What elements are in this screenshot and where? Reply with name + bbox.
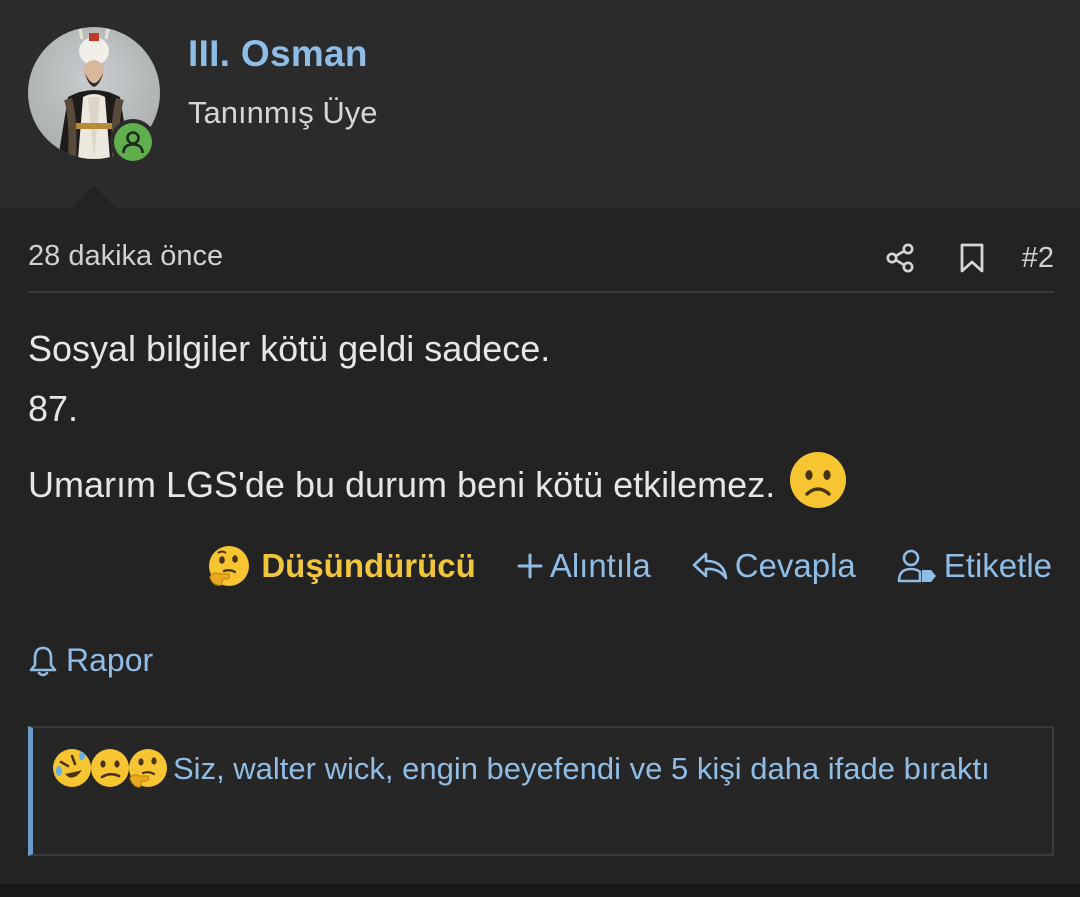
- reply-arrow-icon: [691, 550, 729, 582]
- reactions-summary[interactable]: Siz, walter wick, engin beyefendi ve 5 k…: [28, 726, 1054, 856]
- confused-emoji-icon: [91, 748, 129, 787]
- post-text-line-with-emoji: Umarım LGS'de bu durum beni kötü etkilem…: [28, 451, 847, 518]
- report-label: Rapor: [66, 642, 154, 678]
- bell-icon: [28, 645, 58, 677]
- thinking-emoji-icon: [129, 748, 167, 788]
- post-timestamp[interactable]: 28 dakika önce: [28, 240, 223, 273]
- divider: [28, 291, 1054, 293]
- reply-label: Cevapla: [734, 547, 856, 584]
- post-text-line: 87.: [28, 388, 79, 429]
- reaction-label: Düşündürücü: [261, 547, 476, 584]
- post-page: III. Osman Tanınmış Üye 28 dakika önce #…: [0, 0, 1080, 897]
- tag-label: Etiketle: [943, 547, 1052, 584]
- post-number-link[interactable]: #2: [1022, 242, 1054, 275]
- report-button[interactable]: Rapor: [28, 642, 153, 679]
- thinking-face-icon: [207, 544, 251, 588]
- reactions-summary-text: Siz, walter wick, engin beyefendi ve 5 k…: [173, 751, 990, 786]
- bottom-bar: [0, 884, 1080, 897]
- tag-user-button[interactable]: Etiketle: [896, 547, 1052, 585]
- user-title: Tanınmış Üye: [188, 95, 378, 130]
- online-status-badge: [110, 119, 156, 165]
- quote-label: Alıntıla: [549, 547, 651, 584]
- post-text-line: Sosyal bilgiler kötü geldi sadece.: [28, 328, 551, 369]
- reply-button[interactable]: Cevapla: [691, 547, 856, 585]
- slightly-frowning-face-icon: [789, 451, 847, 518]
- bookmark-icon[interactable]: [950, 236, 994, 280]
- reactions-summary-text-wrap: Siz, walter wick, engin beyefendi ve 5 k…: [51, 746, 1031, 792]
- post-meta-actions: #2: [878, 236, 1054, 280]
- tag-user-icon: [896, 548, 938, 584]
- post-action-bar: Düşündürücü Alıntıla Cevapla Etiketle: [207, 540, 1052, 592]
- user-status-icon: [114, 123, 152, 161]
- post-text-line: Umarım LGS'de bu durum beni kötü etkilem…: [28, 463, 776, 505]
- avatar-wrap[interactable]: [28, 27, 160, 165]
- rofl-emoji-icon: [53, 748, 91, 787]
- user-header: III. Osman Tanınmış Üye: [0, 0, 1080, 209]
- header-pointer: [71, 186, 117, 209]
- reaction-emoji-list: [51, 747, 167, 789]
- share-icon[interactable]: [878, 236, 922, 280]
- reaction-button[interactable]: Düşündürücü: [207, 544, 476, 588]
- plus-icon: [516, 552, 544, 580]
- username-link[interactable]: III. Osman: [188, 33, 368, 75]
- quote-button[interactable]: Alıntıla: [516, 547, 651, 585]
